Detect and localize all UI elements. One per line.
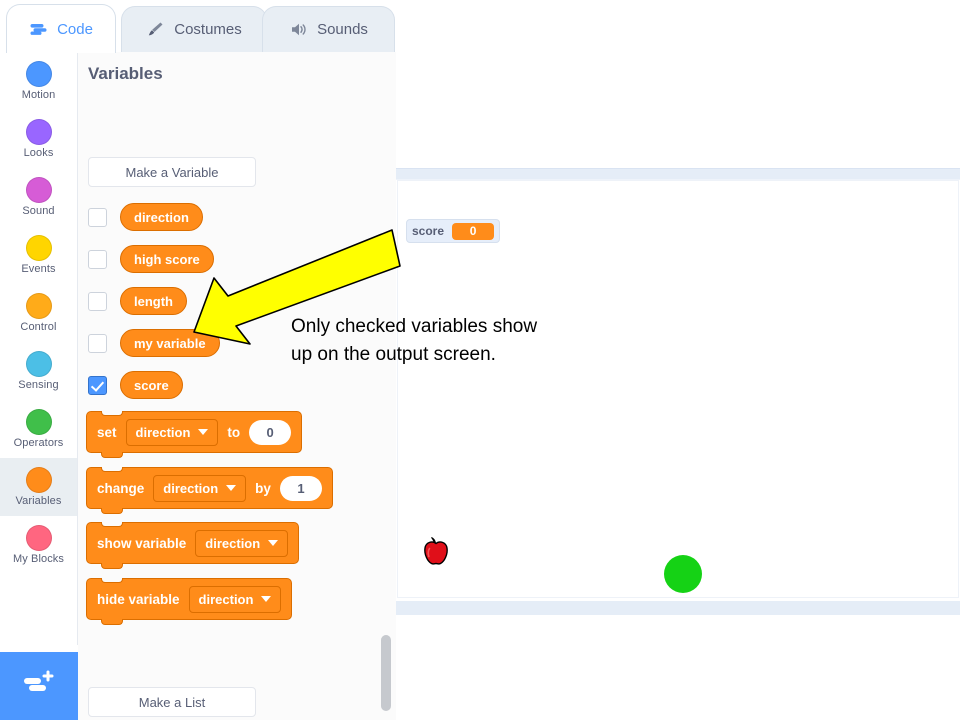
stage-canvas[interactable]: score 0 [397, 180, 959, 598]
stage-top-divider [396, 168, 960, 180]
category-color-dot [25, 467, 52, 493]
tab-costumes[interactable]: Costumes [121, 6, 267, 52]
category-label: Sound [22, 205, 55, 217]
block-mid-label: by [255, 480, 271, 496]
variable-reporter[interactable]: score [120, 371, 183, 399]
tab-code[interactable]: Code [6, 4, 116, 53]
category-control[interactable]: Control [0, 284, 77, 342]
block-dropdown-value: direction [163, 480, 219, 496]
category-looks[interactable]: Looks [0, 110, 77, 168]
category-my-blocks[interactable]: My Blocks [0, 516, 77, 574]
category-color-dot [25, 409, 52, 435]
paintbrush-icon [146, 20, 165, 39]
block-hide-variable[interactable]: hide variable direction [86, 578, 293, 625]
add-extension-button[interactable] [0, 652, 78, 720]
variable-checkbox[interactable] [88, 249, 107, 269]
block-category-list: Motion Looks Sound Events Control Sensin… [0, 52, 78, 645]
apple-sprite[interactable] [418, 534, 454, 570]
category-label: Operators [13, 437, 64, 449]
chevron-down-icon [261, 596, 272, 602]
make-a-variable-label: Make a Variable [125, 164, 219, 180]
tab-sounds[interactable]: Sounds [262, 6, 395, 52]
category-color-dot [25, 177, 52, 203]
category-label: Control [20, 321, 57, 333]
block-variable-dropdown[interactable]: direction [188, 585, 282, 613]
variable-checkbox[interactable] [88, 333, 107, 353]
tab-code-label: Code [57, 20, 93, 38]
category-color-dot [25, 293, 52, 319]
variable-row-direction[interactable]: direction [88, 202, 203, 232]
block-prefix-label: change [97, 480, 145, 496]
category-label: Sensing [18, 379, 59, 391]
block-variable-dropdown[interactable]: direction [125, 418, 219, 446]
category-operators[interactable]: Operators [0, 400, 77, 458]
editor-tab-bar: Code Costumes Sounds [0, 0, 396, 53]
category-color-dot [25, 61, 52, 87]
green-ball-sprite[interactable] [664, 555, 702, 593]
category-variables[interactable]: Variables [0, 458, 77, 516]
block-dropdown-value: direction [205, 535, 261, 551]
tab-costumes-label: Costumes [174, 21, 242, 38]
variable-row-score[interactable]: score [88, 370, 183, 400]
annotation-text: Only checked variables show up on the ou… [291, 316, 538, 365]
block-mid-label: to [227, 424, 241, 440]
variable-reporter[interactable]: length [120, 287, 187, 315]
block-dropdown-value: direction [198, 591, 254, 607]
chevron-down-icon [268, 540, 279, 546]
monitor-value: 0 [452, 222, 495, 240]
block-change-variable-by[interactable]: change direction by 1 [86, 467, 333, 514]
palette-section-header: Variables [88, 64, 163, 83]
category-color-dot [25, 235, 52, 261]
category-events[interactable]: Events [0, 226, 77, 284]
chevron-down-icon [226, 485, 237, 491]
block-prefix-label: show variable [97, 535, 187, 551]
variable-checkbox[interactable] [88, 375, 107, 395]
block-prefix-label: hide variable [97, 591, 180, 607]
block-value-input[interactable]: 0 [249, 419, 292, 445]
variable-row-length[interactable]: length [88, 286, 187, 316]
make-a-list-button[interactable]: Make a List [88, 687, 256, 717]
variable-reporter[interactable]: direction [120, 203, 203, 231]
stage-bottom-divider [396, 601, 960, 615]
category-label: Events [21, 263, 56, 275]
block-variable-dropdown[interactable]: direction [153, 474, 247, 502]
category-color-dot [25, 351, 52, 377]
monitor-label: score [412, 224, 445, 238]
category-label: Variables [15, 495, 62, 507]
speaker-icon [289, 20, 308, 39]
block-show-variable[interactable]: show variable direction [86, 522, 300, 569]
add-extension-icon [22, 669, 56, 704]
category-sound[interactable]: Sound [0, 168, 77, 226]
category-color-dot [25, 525, 52, 551]
make-a-list-label: Make a List [138, 694, 206, 710]
palette-scrollbar-thumb[interactable] [381, 635, 391, 711]
category-label: Looks [23, 147, 54, 159]
block-set-variable-to[interactable]: set direction to 0 [86, 411, 303, 458]
variable-checkbox[interactable] [88, 291, 107, 311]
category-label: My Blocks [12, 553, 65, 565]
category-motion[interactable]: Motion [0, 52, 77, 110]
block-variable-dropdown[interactable]: direction [195, 529, 289, 557]
block-value-input[interactable]: 1 [279, 475, 322, 501]
category-sensing[interactable]: Sensing [0, 342, 77, 400]
palette-scrollbar[interactable] [380, 52, 392, 720]
make-a-variable-button[interactable]: Make a Variable [88, 157, 256, 187]
block-dropdown-value: direction [135, 424, 191, 440]
block-palette[interactable]: Variables Make a Variable direction high… [78, 52, 396, 720]
chevron-down-icon [198, 429, 209, 435]
block-prefix-label: set [97, 424, 117, 440]
variable-monitor-score[interactable]: score 0 [406, 219, 501, 243]
category-label: Motion [21, 89, 56, 101]
tab-sounds-label: Sounds [317, 21, 368, 38]
variable-checkbox[interactable] [88, 207, 107, 227]
code-blocks-icon [29, 20, 48, 39]
category-color-dot [25, 119, 52, 145]
